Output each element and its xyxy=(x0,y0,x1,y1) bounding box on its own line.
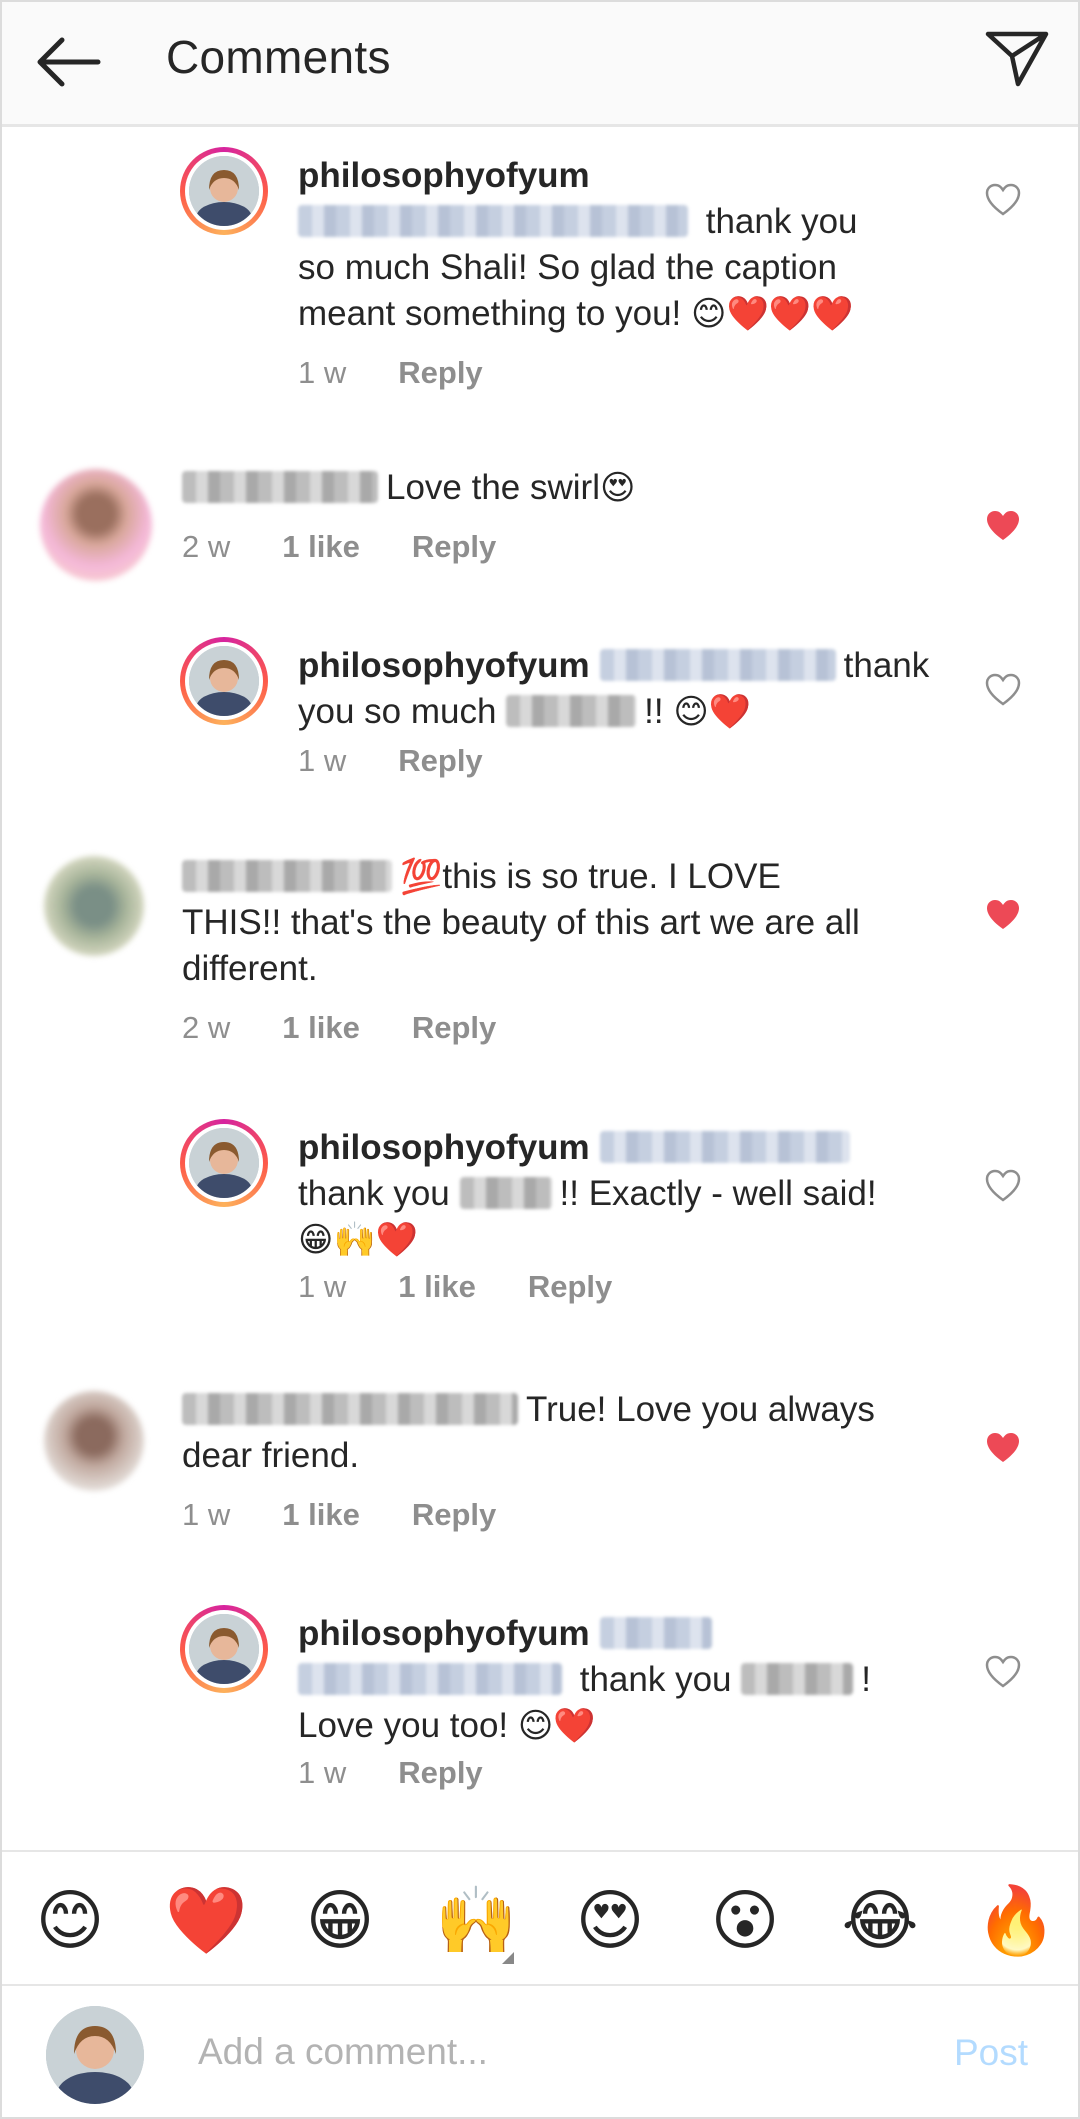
timestamp: 2 w xyxy=(182,529,231,564)
like-heart-icon[interactable] xyxy=(985,1655,1021,1689)
avatar[interactable] xyxy=(44,1391,144,1491)
header-bar: Comments xyxy=(2,2,1078,127)
avatar[interactable] xyxy=(180,1605,268,1693)
avatar[interactable] xyxy=(180,147,268,235)
emoji-laughing-button[interactable]: 😂 xyxy=(840,1880,920,1960)
likes-count[interactable]: 1 like xyxy=(282,1497,360,1533)
current-user-avatar xyxy=(46,2006,144,2104)
username[interactable]: philosophyofyum xyxy=(298,646,590,685)
redacted-mention xyxy=(599,1131,850,1163)
timestamp: 2 w xyxy=(182,1010,231,1045)
redacted-mention xyxy=(599,649,836,681)
comment-meta: 1 w Reply xyxy=(298,743,535,779)
redacted-mention xyxy=(298,1663,562,1695)
comment-input[interactable] xyxy=(198,2024,898,2080)
emoji-heart-eyes-button[interactable]: 😍 xyxy=(570,1880,650,1960)
comment-text: True! Love you always dear friend. xyxy=(182,1390,875,1475)
like-heart-icon[interactable] xyxy=(985,673,1021,707)
emoji-surprised-button[interactable]: 😮 xyxy=(705,1880,785,1960)
comment-text: philosophyofyum thank you so much !! 😊❤️ xyxy=(298,646,930,731)
reply-button[interactable]: Reply xyxy=(412,1497,496,1533)
redacted-name xyxy=(459,1177,552,1209)
emoji-quick-bar: 😊 ❤️ 😁 🙌 😍 😮 😂 🔥 xyxy=(2,1850,1078,1984)
post-button[interactable]: Post xyxy=(954,2032,1028,2074)
liked-heart-icon[interactable] xyxy=(985,1431,1021,1465)
comment-meta: 2 w 1 like Reply xyxy=(182,1010,548,1046)
comment-text: philosophyofyum thank you so much Shali!… xyxy=(298,156,858,333)
username[interactable]: philosophyofyum xyxy=(298,156,590,195)
emoji-heart-button[interactable]: ❤️ xyxy=(165,1880,247,1960)
emoji-raised-hands-button[interactable]: 🙌 xyxy=(435,1880,517,1960)
comment-text: Love the swirl😍 xyxy=(182,465,942,511)
avatar[interactable] xyxy=(44,856,144,956)
avatar[interactable] xyxy=(180,1119,268,1207)
liked-heart-icon[interactable] xyxy=(985,509,1021,543)
timestamp: 1 w xyxy=(182,1497,231,1532)
comment-meta: 2 w 1 like Reply xyxy=(182,529,548,565)
avatar[interactable] xyxy=(40,469,152,581)
emoji-grin-button[interactable]: 😁 xyxy=(300,1880,380,1960)
likes-count[interactable]: 1 like xyxy=(282,1010,360,1046)
reply-button[interactable]: Reply xyxy=(528,1269,612,1305)
username[interactable]: philosophyofyum xyxy=(298,1614,590,1653)
redacted-mention xyxy=(599,1617,712,1649)
reply-button[interactable]: Reply xyxy=(412,1010,496,1046)
redacted-username[interactable] xyxy=(182,1393,518,1425)
liked-heart-icon[interactable] xyxy=(985,898,1021,932)
likes-count[interactable]: 1 like xyxy=(398,1269,476,1305)
emoji-smile-button[interactable]: 😊 xyxy=(30,1880,110,1960)
direct-message-icon[interactable] xyxy=(982,26,1052,90)
comment-list: philosophyofyum thank you so much Shali!… xyxy=(2,127,1078,1847)
redacted-name xyxy=(741,1663,854,1695)
reply-button[interactable]: Reply xyxy=(398,1755,482,1791)
redacted-username[interactable] xyxy=(182,471,378,503)
reply-button[interactable]: Reply xyxy=(412,529,496,565)
comment-meta: 1 w 1 like Reply xyxy=(298,1269,664,1305)
emoji-fire-button[interactable]: 🔥 xyxy=(975,1880,1057,1960)
comment-text: 💯this is so true. I LOVE THIS!! that's t… xyxy=(182,857,860,988)
back-arrow-icon[interactable] xyxy=(32,32,104,92)
skin-tone-indicator xyxy=(502,1952,514,1964)
timestamp: 1 w xyxy=(298,1269,347,1304)
like-heart-icon[interactable] xyxy=(985,1169,1021,1203)
redacted-mention xyxy=(298,205,688,237)
username[interactable]: philosophyofyum xyxy=(298,1128,590,1167)
comment-meta: 1 w 1 like Reply xyxy=(182,1497,548,1533)
redacted-name xyxy=(506,695,637,727)
redacted-username[interactable] xyxy=(182,860,392,892)
likes-count[interactable]: 1 like xyxy=(282,529,360,565)
timestamp: 1 w xyxy=(298,743,347,778)
like-heart-icon[interactable] xyxy=(985,183,1021,217)
comment-text: philosophyofyum thank you !! Exactly - w… xyxy=(298,1128,877,1259)
avatar[interactable] xyxy=(180,637,268,725)
comment-meta: 1 w Reply xyxy=(298,355,535,391)
page-title: Comments xyxy=(166,31,391,83)
reply-button[interactable]: Reply xyxy=(398,355,482,391)
comment-meta: 1 w Reply xyxy=(298,1755,535,1791)
comment-composer: Post xyxy=(2,1984,1078,2117)
reply-button[interactable]: Reply xyxy=(398,743,482,779)
timestamp: 1 w xyxy=(298,355,347,390)
timestamp: 1 w xyxy=(298,1755,347,1790)
comment-text: philosophyofyum thank you ! Love you too… xyxy=(298,1614,871,1745)
comments-screen: Comments philosophyofyum thank you so mu… xyxy=(0,0,1080,2119)
